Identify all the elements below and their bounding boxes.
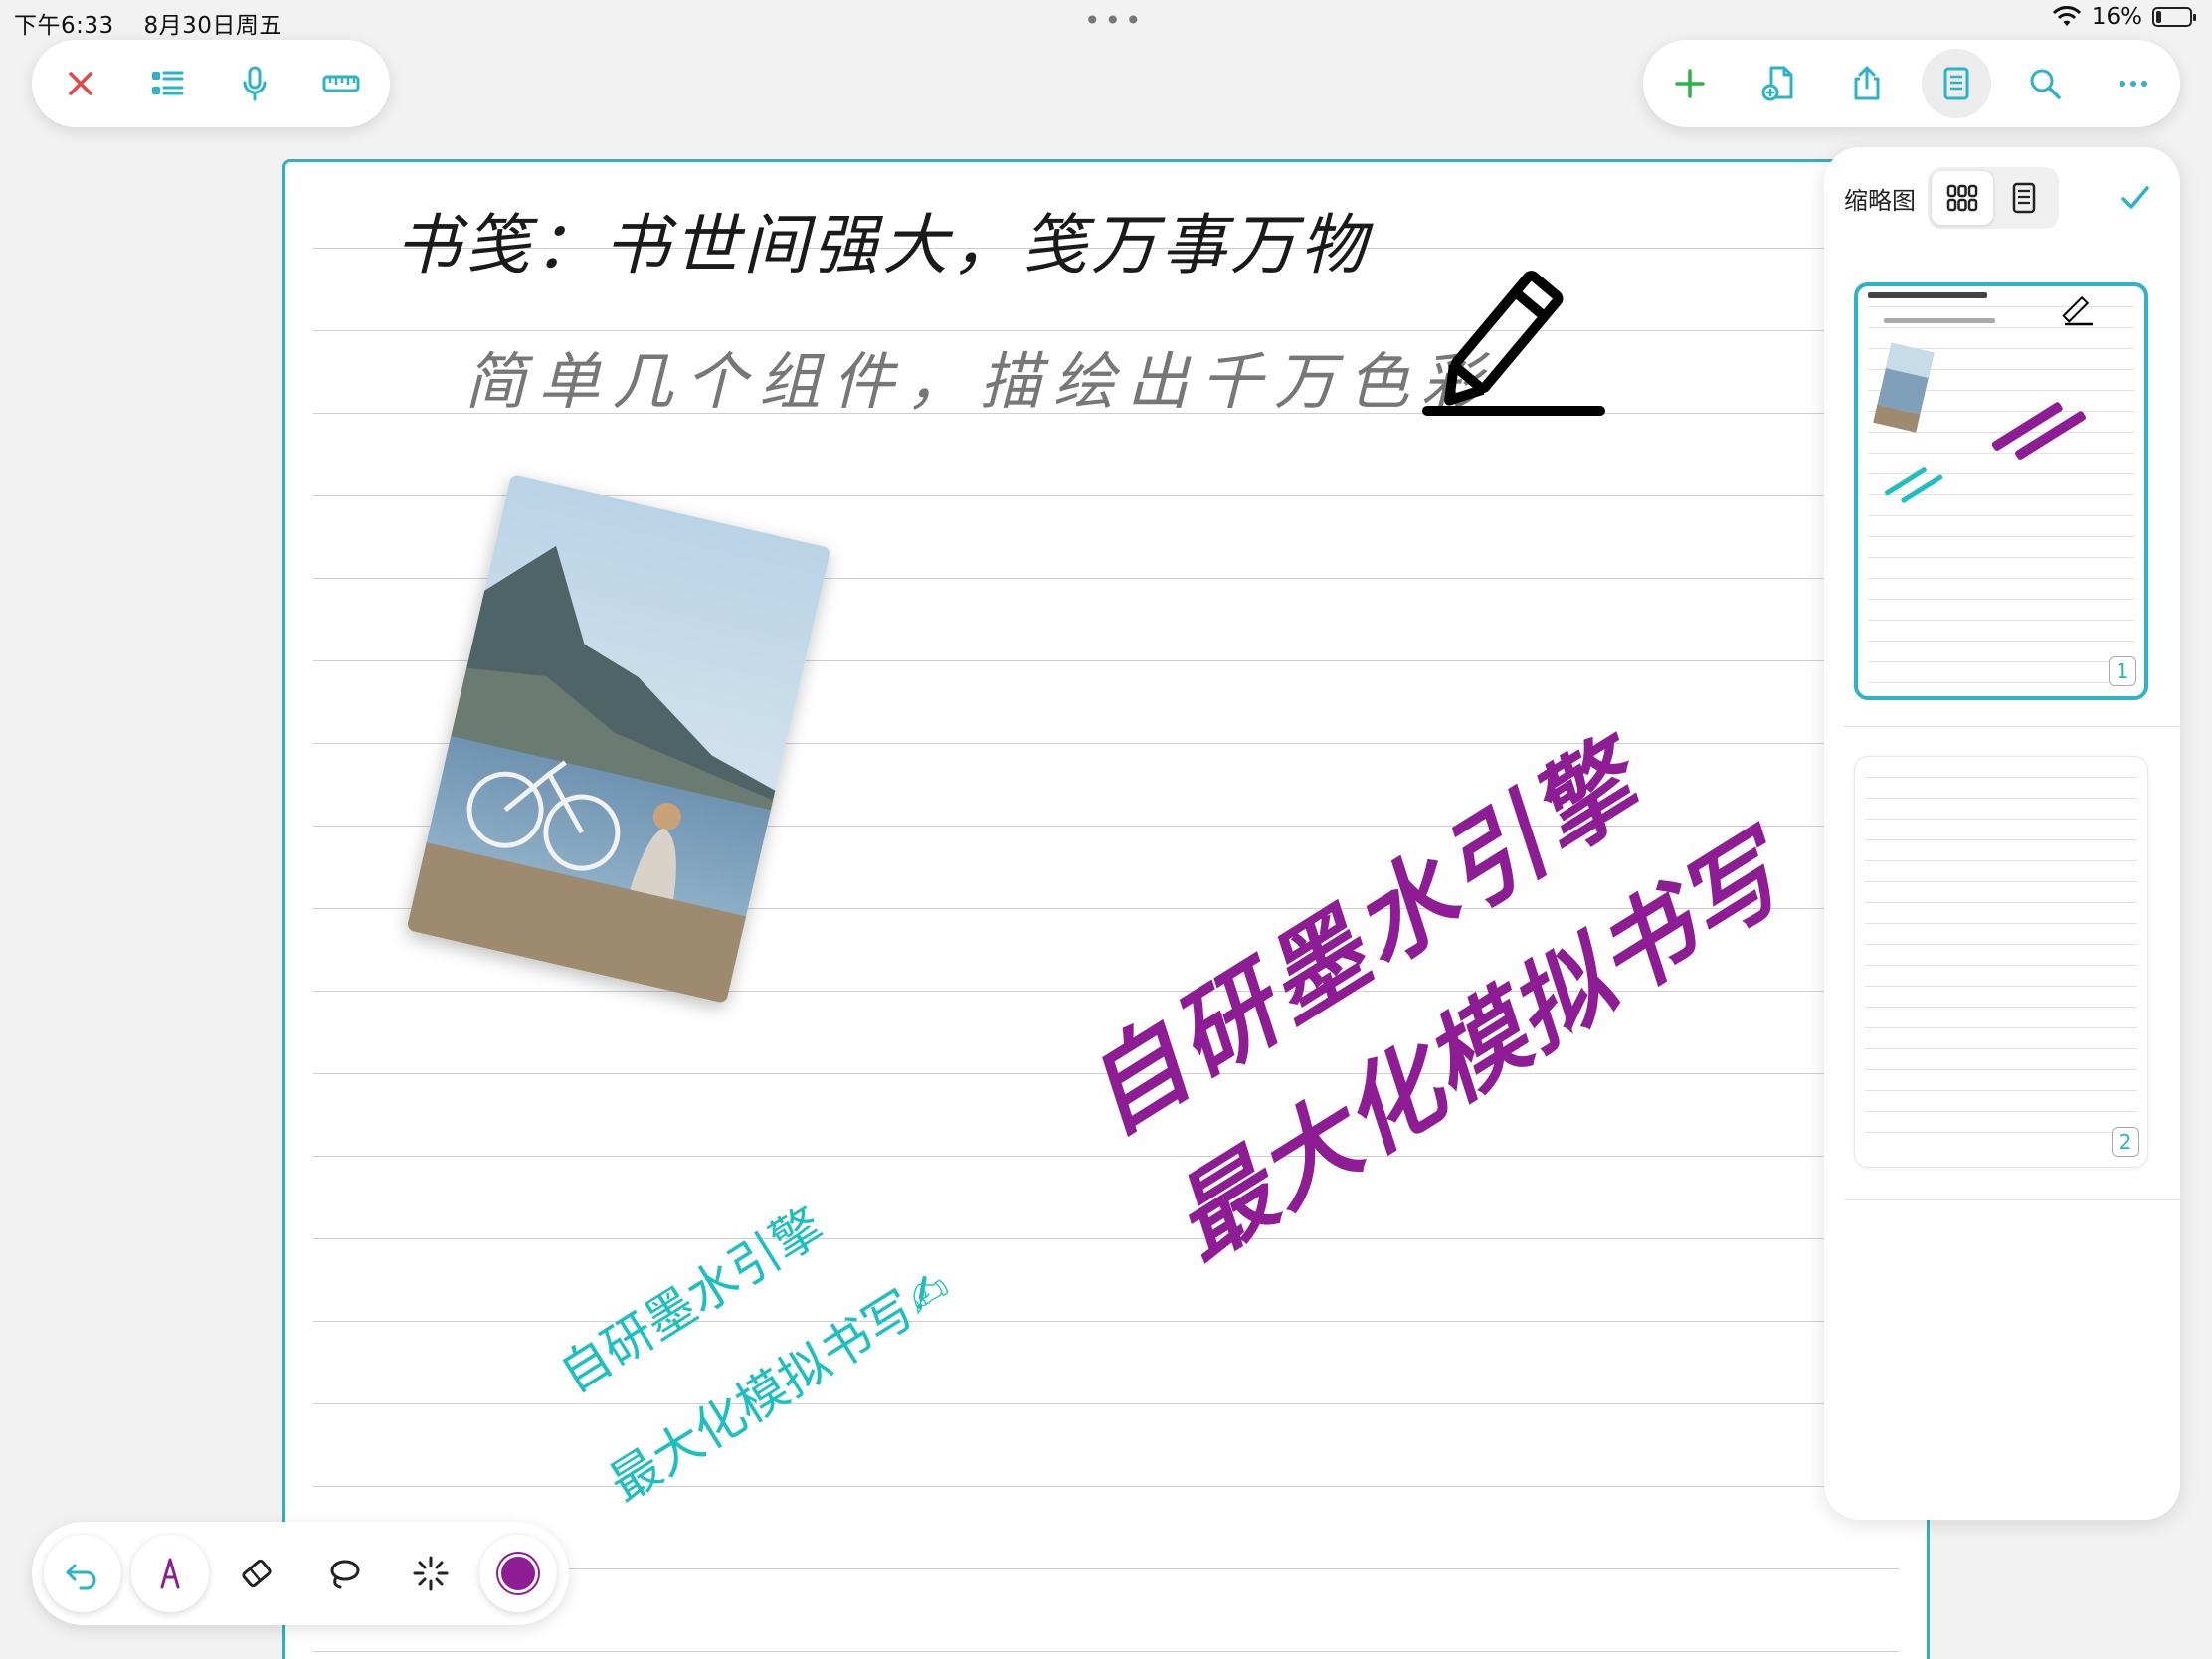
thumb-rule [1865,881,2137,882]
search-icon [2030,69,2061,99]
list-view-button[interactable] [1993,171,2055,225]
thumb-rule [1865,1069,2137,1070]
add-button[interactable] [1655,49,1725,118]
view-mode-toggle [1928,167,2059,229]
lasso-icon [330,1560,360,1589]
thumb-rule [1865,1048,2137,1049]
grid-icon [1946,184,1978,212]
thumb-rule [1865,1027,2137,1028]
thumb-rule [1865,798,2137,799]
status-bar-left: 下午6:33 8月30日周五 [14,6,304,40]
magic-icon [413,1556,449,1591]
share-button[interactable] [1832,49,1902,118]
page-rule [313,1486,1899,1487]
color-swatch [497,1554,538,1593]
pen-tool-button[interactable] [130,1535,209,1612]
new-page-icon [1761,66,1793,101]
handwritten-title[interactable]: 书笺：书世间强大，笺万事万物 [395,192,1370,287]
drawing-toolbar [32,1522,569,1625]
multitasking-dots[interactable]: ••• [1084,4,1146,37]
ruler-button[interactable] [306,49,376,118]
thumb-rule [1865,965,2137,966]
thumb-rule [1865,944,2137,945]
page-list-icon [2012,182,2036,214]
thumb-rule [1865,1132,2137,1133]
thumbnail-panel-title: 缩略图 [1844,186,1916,215]
lasso-tool-button[interactable] [305,1535,383,1612]
voice-button[interactable] [220,49,289,118]
thumbnail-preview [1868,292,2093,503]
thumbnail-panel: 缩略图 1 2 [1824,147,2180,1520]
pencil-sketch-icon[interactable] [1419,242,1608,421]
magic-tool-button[interactable] [392,1535,469,1612]
checkmark-icon [2121,186,2149,209]
page-rule [313,1651,1899,1652]
thumb-rule [1865,923,2137,924]
list-icon [152,71,184,95]
lake-bicycle-photo [406,473,831,1005]
wifi-icon [2052,6,2081,26]
thumb-rule [1865,860,2137,861]
note-page[interactable]: 书笺：书世间强大，笺万事万物 简单几个组件，描绘出千万色彩 自研墨水引擎 最大化… [282,159,1930,1659]
thumb-rule [1865,986,2137,987]
plus-icon [1675,69,1705,98]
pen-icon [160,1558,180,1589]
more-button[interactable] [2099,49,2168,118]
thumb-rule [1865,839,2137,840]
page-number-badge: 1 [2109,656,2136,686]
ruler-icon [322,75,360,92]
eraser-icon [242,1559,272,1588]
thumb-rule [1865,1111,2137,1112]
page-rule [313,1238,1899,1239]
status-time: 下午6:33 [14,13,114,39]
grid-view-button[interactable] [1932,171,1993,225]
undo-icon [66,1564,96,1590]
thumb-rule [1865,902,2137,903]
page-rule [313,1403,1899,1404]
page-thumbnail-1[interactable]: 1 [1854,282,2148,700]
close-icon [69,72,92,95]
thumb-rule [1865,819,2137,820]
thumbnail-divider [1844,726,2180,727]
handwritten-subtitle[interactable]: 简单几个组件，描绘出千万色彩 [464,331,1495,421]
thumb-rule [1865,1007,2137,1008]
share-icon [1854,66,1880,100]
more-icon [2119,81,2147,87]
pages-panel-button[interactable] [1921,49,1991,118]
outline-button[interactable] [132,49,202,118]
battery-percent: 16% [2091,4,2142,30]
status-date: 8月30日周五 [143,13,282,39]
thumbnail-divider [1844,1199,2180,1200]
pages-panel-icon [1943,67,1969,100]
thumbnail-panel-header: 缩略图 [1844,167,2160,229]
top-right-toolbar [1643,40,2180,127]
eraser-tool-button[interactable] [218,1535,295,1612]
new-page-button[interactable] [1744,49,1813,118]
page-number-badge: 2 [2112,1127,2139,1157]
undo-button[interactable] [44,1535,121,1612]
page-rule [313,1321,1899,1322]
page-rule [313,1156,1899,1157]
battery-icon [2152,7,2196,27]
thumb-rule [1865,1090,2137,1091]
page-thumbnail-2[interactable]: 2 [1854,756,2148,1168]
color-picker-button[interactable] [478,1535,557,1612]
status-bar-right: 16% [2052,4,2196,30]
search-button[interactable] [2010,49,2080,118]
done-button[interactable] [2111,173,2160,223]
inserted-photo[interactable] [406,473,831,1005]
close-button[interactable] [46,49,115,118]
top-left-toolbar [32,40,390,127]
thumb-rule [1865,777,2137,778]
microphone-icon [243,66,267,101]
